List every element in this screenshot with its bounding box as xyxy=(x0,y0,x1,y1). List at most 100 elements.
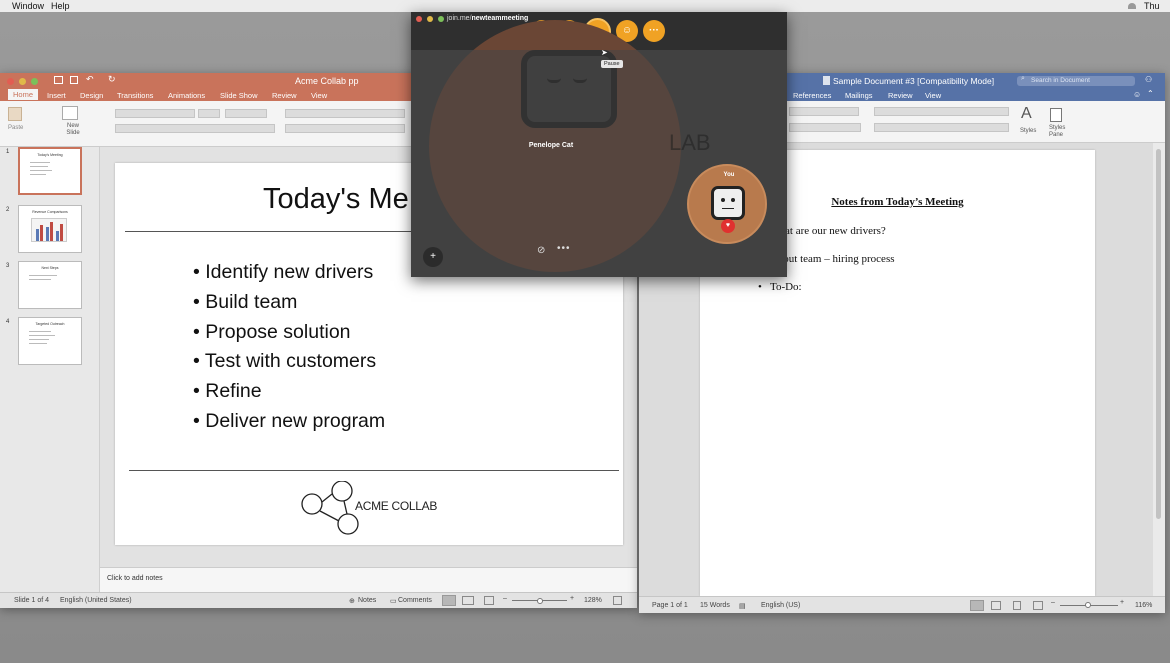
outline-icon[interactable] xyxy=(1013,601,1021,610)
comments-button[interactable]: Comments xyxy=(398,597,432,604)
styles-icon[interactable]: A xyxy=(1021,105,1032,123)
scroll-thumb[interactable] xyxy=(1156,149,1161,519)
proofing-icon[interactable]: ▤ xyxy=(739,602,746,610)
smiley-icon[interactable]: ☺ xyxy=(1133,90,1141,99)
invite-participant-button[interactable]: + xyxy=(423,247,443,267)
font-size-select[interactable] xyxy=(198,109,220,118)
font-size-buttons[interactable] xyxy=(225,109,267,118)
save-icon[interactable] xyxy=(70,76,78,84)
search-input[interactable]: Search in Document xyxy=(1017,76,1135,86)
tab-design[interactable]: Design xyxy=(80,91,103,100)
font-format-buttons[interactable] xyxy=(115,124,275,133)
zoom-button[interactable] xyxy=(31,78,38,85)
font-size-buttons[interactable] xyxy=(789,107,859,116)
tile-more-icon[interactable]: ••• xyxy=(557,243,571,254)
tab-home[interactable]: Home xyxy=(8,89,39,100)
notes-button[interactable]: Notes xyxy=(358,597,376,604)
new-slide-icon[interactable] xyxy=(62,106,78,120)
vertical-scrollbar[interactable] xyxy=(1153,143,1165,596)
undo-icon[interactable]: ↶ xyxy=(86,74,94,85)
tab-transitions[interactable]: Transitions xyxy=(117,91,153,100)
comments-icon: ▭ xyxy=(390,598,397,605)
bullet-list[interactable]: Identify new drivers Build team Propose … xyxy=(193,258,385,437)
notes-pane[interactable]: Click to add notes xyxy=(100,567,637,592)
zoom-out-icon[interactable]: – xyxy=(503,595,507,602)
collapse-ribbon-icon[interactable]: ⌃ xyxy=(1147,89,1154,98)
print-layout-icon[interactable] xyxy=(970,600,984,611)
joinme-window: join.me/newteammeeting ◁ᐟ ◯ ▢ ☺ ··· LAB … xyxy=(411,12,787,277)
reading-view-icon[interactable] xyxy=(484,596,494,605)
normal-view-icon[interactable] xyxy=(442,595,456,606)
thumb-bar xyxy=(40,225,43,241)
paste-icon[interactable] xyxy=(8,107,22,121)
slide-thumb-3[interactable]: Next Steps xyxy=(18,261,82,309)
sorter-view-icon[interactable] xyxy=(462,596,474,605)
thumb-number: 3 xyxy=(6,263,10,269)
language-label[interactable]: English (US) xyxy=(761,602,800,609)
tab-insert[interactable]: Insert xyxy=(47,91,66,100)
self-avatar xyxy=(711,186,745,220)
list-buttons[interactable] xyxy=(285,109,405,118)
alignment-buttons[interactable] xyxy=(874,123,1009,132)
draft-icon[interactable] xyxy=(1033,601,1043,610)
styles-pane-label: Styles Pane xyxy=(1049,125,1066,138)
styles-pane-icon[interactable] xyxy=(1050,108,1062,122)
menu-help[interactable]: Help xyxy=(51,0,70,12)
tab-mailings[interactable]: Mailings xyxy=(845,91,873,100)
zoom-button[interactable] xyxy=(438,16,444,22)
font-color-buttons[interactable] xyxy=(789,123,861,132)
tab-slide-show[interactable]: Slide Show xyxy=(220,91,258,100)
share-icon[interactable]: ⚇ xyxy=(1145,75,1152,84)
tab-references[interactable]: References xyxy=(793,91,831,100)
thumb-title: Targeted Outreach xyxy=(35,322,65,326)
redo-icon[interactable]: ↻ xyxy=(108,74,116,85)
bullet-item: Identify new drivers xyxy=(193,258,385,288)
tab-animations[interactable]: Animations xyxy=(168,91,205,100)
slide-thumb-4[interactable]: Targeted Outreach xyxy=(18,317,82,365)
zoom-in-icon[interactable]: + xyxy=(1120,599,1124,606)
tab-review[interactable]: Review xyxy=(888,91,913,100)
word-doc-icon xyxy=(823,76,830,85)
minimize-button[interactable] xyxy=(427,16,433,22)
ppt-status-bar: Slide 1 of 4 English (United States) ⊕ N… xyxy=(0,592,637,608)
web-layout-icon[interactable] xyxy=(991,601,1001,610)
word-count[interactable]: 15 Words xyxy=(700,602,730,609)
thumb-line xyxy=(30,166,48,167)
minimize-button[interactable] xyxy=(19,78,26,85)
zoom-slider-thumb[interactable] xyxy=(1085,602,1091,608)
zoom-level[interactable]: 128% xyxy=(584,597,602,604)
thumb-line xyxy=(29,339,49,340)
close-button[interactable] xyxy=(7,78,14,85)
alignment-buttons[interactable] xyxy=(285,124,405,133)
doc-line: To-Do: xyxy=(770,281,802,293)
meeting-url: join.me/newteammeeting xyxy=(447,15,528,22)
new-slide-label: New Slide xyxy=(66,123,80,136)
search-icon: ⌕ xyxy=(1021,75,1025,82)
fit-to-window-icon[interactable] xyxy=(613,596,622,605)
slide-thumb-1[interactable]: Today's Meeting xyxy=(18,147,82,195)
zoom-level[interactable]: 116% xyxy=(1135,602,1152,609)
close-button[interactable] xyxy=(416,16,422,22)
tab-view[interactable]: View xyxy=(925,91,941,100)
tab-review[interactable]: Review xyxy=(272,91,297,100)
thumb-line xyxy=(29,331,51,332)
microphone-muted-icon[interactable]: ♥ xyxy=(721,219,735,233)
background-watermark: LAB xyxy=(669,130,711,155)
zoom-slider-thumb[interactable] xyxy=(537,598,543,604)
sidebar-toggle-icon[interactable] xyxy=(54,76,63,84)
font-name-select[interactable] xyxy=(115,109,195,118)
more-options-button[interactable]: ··· xyxy=(643,20,665,42)
slide-thumb-2[interactable]: Revenue Comparisons xyxy=(18,205,82,253)
list-buttons[interactable] xyxy=(874,107,1009,116)
notes-icon: ⊕ xyxy=(349,598,355,605)
self-video-tile[interactable]: You ♥ xyxy=(687,164,767,244)
zoom-in-icon[interactable]: + xyxy=(570,595,574,602)
wifi-icon[interactable] xyxy=(1128,3,1136,9)
camera-off-icon[interactable]: ⊘ xyxy=(537,245,545,256)
tab-view[interactable]: View xyxy=(311,91,327,100)
thumb-bar xyxy=(50,222,53,241)
ppt-title: Acme Collab pp xyxy=(295,76,359,86)
zoom-out-icon[interactable]: – xyxy=(1051,599,1055,606)
language-label[interactable]: English (United States) xyxy=(60,597,132,604)
menu-window[interactable]: Window xyxy=(12,0,44,12)
